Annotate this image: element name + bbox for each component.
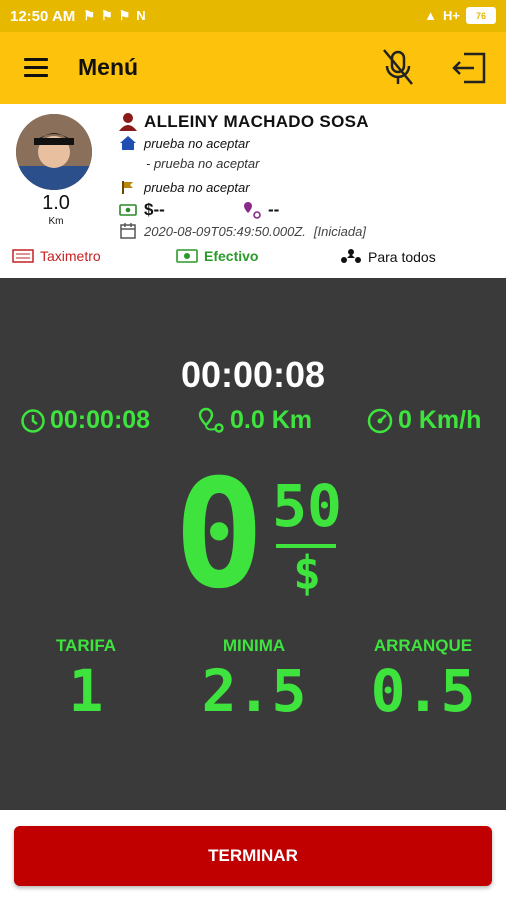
fare-integer: 0 [174, 448, 265, 622]
arranque-value: 0.5 [370, 657, 476, 725]
price-row: $-- [118, 200, 165, 220]
audience-label: Para todos [368, 249, 436, 265]
speed-value: 0 Km/h [398, 406, 482, 434]
battery-level: 76 [475, 10, 486, 21]
trip-status: [Iniciada] [313, 223, 366, 239]
distance-value: 0.0 Km [230, 406, 312, 434]
timer-stat: 00:00:08 [20, 406, 150, 435]
trip-info-card: 1.0 Km ALLEINY MACHADO SOSA prueba no ac… [0, 104, 506, 276]
route-icon [242, 201, 262, 219]
fare-currency: $ [293, 546, 321, 600]
status-right: ▲ H+ 76 [424, 7, 496, 24]
destination-address: prueba no aceptar [144, 179, 250, 195]
distance-est-row: -- [242, 200, 279, 220]
payment-option[interactable]: Efectivo [176, 248, 258, 264]
app-title: Menú [78, 54, 139, 80]
route-pin-icon [198, 407, 224, 433]
person-icon [118, 113, 138, 131]
passenger-name: ALLEINY MACHADO SOSA [144, 112, 369, 131]
origin-row: prueba no aceptar [118, 134, 250, 152]
taximeter-option[interactable]: Taximetro [12, 248, 101, 264]
trip-distance-estimate: -- [268, 200, 280, 219]
mic-off-icon[interactable] [378, 46, 418, 90]
speedometer-icon [367, 408, 393, 433]
network-type: H+ [443, 8, 460, 23]
tarifa-value: 1 [68, 657, 104, 725]
trip-distance-unit: Km [48, 216, 64, 227]
taximeter-panel: 00:00:08 00:00:08 0.0 Km 0 Km/h 0 50 $ T… [0, 278, 506, 810]
tarifa-label: TARIFA [55, 636, 117, 655]
arranque-label: ARRANQUE [373, 636, 473, 655]
app-bar: Menú [0, 32, 506, 104]
origin-address: prueba no aceptar [144, 135, 250, 151]
home-icon [118, 134, 138, 152]
battery-icon: 76 [466, 7, 496, 24]
destination-row: prueba no aceptar [118, 178, 250, 196]
group-icon [341, 249, 361, 263]
payment-label: Efectivo [204, 248, 259, 264]
status-time: 12:50 AM [10, 7, 76, 25]
flag-icon [118, 178, 138, 196]
audience-option[interactable]: Para todos [340, 248, 436, 266]
origin-detail: - prueba no aceptar [146, 156, 260, 171]
distance-stat: 0.0 Km [198, 406, 312, 435]
calendar-icon [118, 222, 138, 240]
menu-icon[interactable] [24, 58, 48, 78]
trip-datetime: 2020-08-09T05:49:50.000Z. [144, 223, 306, 239]
timer-value: 00:00:08 [50, 406, 151, 434]
fare-cents: 50 [272, 472, 342, 540]
status-bar: 12:50 AM ⚑⚑⚑N ▲ H+ 76 [0, 0, 506, 32]
elapsed-time: 00:00:08 [180, 354, 326, 395]
minima-label: MINIMA [222, 636, 286, 655]
cash-icon [118, 201, 138, 219]
cash-payment-icon [176, 249, 198, 263]
taximeter-icon [12, 249, 34, 263]
passenger-avatar [16, 114, 92, 190]
trip-distance-value: 1.0 [42, 192, 70, 214]
finish-trip-button[interactable]: TERMINAR [14, 826, 492, 886]
minima-value: 2.5 [201, 657, 307, 725]
trip-price: $-- [144, 200, 165, 219]
notification-icons: ⚑⚑⚑N [83, 8, 152, 23]
logout-icon[interactable] [448, 46, 492, 90]
clock-icon [21, 408, 45, 433]
signal-icon: ▲ [424, 8, 438, 23]
passenger-row: ALLEINY MACHADO SOSA [118, 112, 369, 132]
speed-stat: 0 Km/h [366, 406, 481, 435]
date-row: 2020-08-09T05:49:50.000Z. [Iniciada] [118, 222, 366, 240]
taximeter-label: Taximetro [40, 248, 101, 264]
